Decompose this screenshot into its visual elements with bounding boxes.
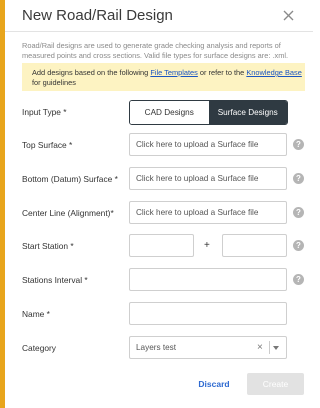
dialog-header: New Road/Rail Design [5, 0, 313, 32]
close-icon[interactable] [280, 7, 298, 25]
knowledge-base-link[interactable]: Knowledge Base [246, 68, 301, 77]
input-type-label: Input Type * [22, 107, 67, 117]
new-design-dialog: New Road/Rail Design Road/Rail designs a… [5, 0, 313, 408]
create-button[interactable]: Create [247, 373, 304, 395]
start-station-input[interactable] [129, 234, 194, 257]
category-label: Category [22, 343, 56, 353]
category-select[interactable]: Layers test [129, 336, 287, 359]
cad-designs-option[interactable]: CAD Designs [130, 101, 209, 124]
chevron-down-icon[interactable] [273, 346, 279, 350]
top-surface-label: Top Surface * [22, 140, 73, 150]
notice-prefix: Add designs based on the following [32, 68, 151, 77]
file-templates-link[interactable]: File Templates [150, 68, 198, 77]
start-station-offset-input[interactable] [222, 234, 287, 257]
top-surface-placeholder: Click here to upload a Surface file [136, 140, 259, 149]
stations-interval-input[interactable] [129, 268, 287, 291]
help-icon[interactable]: ? [293, 173, 304, 184]
notice-middle: or refer to the [197, 68, 247, 77]
bottom-surface-label: Bottom (Datum) Surface * [22, 174, 118, 184]
help-icon[interactable]: ? [293, 274, 304, 285]
help-icon[interactable]: ? [293, 139, 304, 150]
stations-interval-label: Stations Interval * [22, 275, 88, 285]
name-input[interactable] [129, 302, 287, 325]
clear-icon[interactable]: × [257, 342, 263, 353]
bottom-surface-upload[interactable]: Click here to upload a Surface file [129, 167, 287, 190]
help-icon[interactable]: ? [293, 240, 304, 251]
select-divider [269, 341, 270, 354]
category-value: Layers test [136, 343, 177, 352]
notice-banner: Add designs based on the following File … [22, 63, 305, 91]
bottom-surface-placeholder: Click here to upload a Surface file [136, 174, 259, 183]
input-type-toggle: CAD Designs Surface Designs [129, 100, 288, 125]
dialog-title: New Road/Rail Design [22, 7, 173, 24]
name-label: Name * [22, 309, 50, 319]
center-line-label: Center Line (Alignment)* [22, 208, 114, 218]
center-line-placeholder: Click here to upload a Surface file [136, 208, 259, 217]
center-line-upload[interactable]: Click here to upload a Surface file [129, 201, 287, 224]
help-icon[interactable]: ? [293, 207, 304, 218]
station-plus-separator: + [204, 240, 210, 251]
discard-button[interactable]: Discard [192, 374, 236, 394]
top-surface-upload[interactable]: Click here to upload a Surface file [129, 133, 287, 156]
start-station-label: Start Station * [22, 241, 74, 251]
notice-suffix: for guidelines [32, 78, 76, 87]
dialog-description: Road/Rail designs are used to generate g… [22, 41, 289, 60]
surface-designs-option[interactable]: Surface Designs [208, 101, 287, 124]
